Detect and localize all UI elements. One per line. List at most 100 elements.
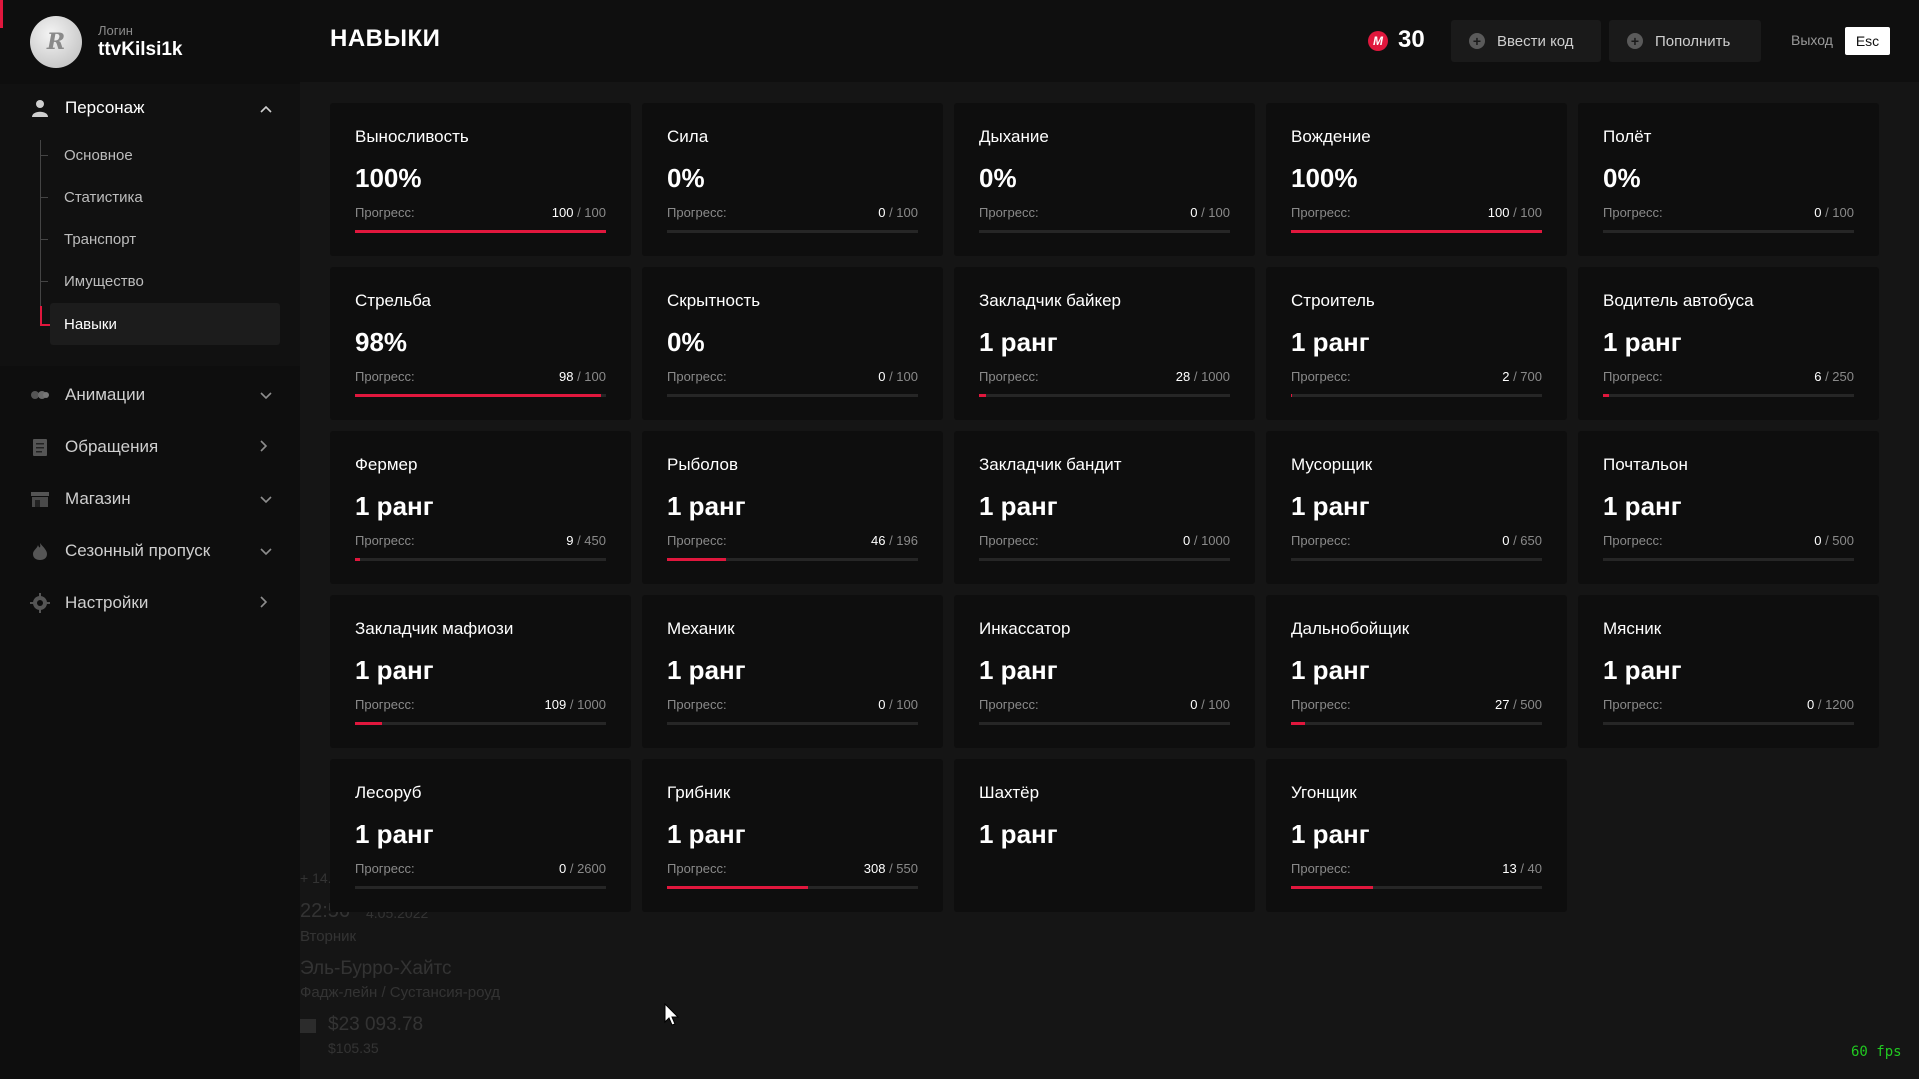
progress-label: Прогресс: — [1603, 369, 1663, 384]
progress-bar — [355, 230, 606, 233]
progress-bar — [979, 230, 1230, 233]
nav-section-season-pass[interactable]: Сезонный пропуск — [0, 528, 300, 574]
nav-section-character[interactable]: Персонаж — [0, 85, 300, 131]
progress-current: 109 — [544, 697, 567, 712]
redeem-code-button[interactable]: + Ввести код — [1451, 20, 1601, 62]
skill-value: 1 ранг — [355, 491, 434, 521]
skill-card: Инкассатор 1 ранг Прогресс: 0 / 100 — [954, 595, 1255, 748]
progress-current: 0 — [558, 861, 567, 876]
skill-value: 100% — [1291, 163, 1358, 193]
skill-card: Закладчик байкер 1 ранг Прогресс: 28 / 1000 — [954, 267, 1255, 420]
skill-value: 0% — [667, 163, 705, 193]
skill-name: Фермер — [355, 455, 418, 474]
store-icon — [30, 489, 50, 509]
progress-current: 0 — [1814, 205, 1822, 220]
chevron-down-icon — [260, 387, 272, 403]
progress-max: / 100 — [889, 205, 918, 220]
progress-count: 0 / 500 — [1814, 533, 1854, 548]
skill-card: Фермер 1 ранг Прогресс: 9 / 450 — [330, 431, 631, 584]
fps-counter: 60 fps — [1851, 1044, 1902, 1060]
skill-value: 1 ранг — [355, 819, 434, 849]
progress-fill — [355, 394, 601, 397]
skill-card: Рыболов 1 ранг Прогресс: 46 / 196 — [642, 431, 943, 584]
skill-card: Закладчик мафиози 1 ранг Прогресс: 109 / 10… — [330, 595, 631, 748]
subitem-statistics[interactable]: Статистика — [40, 177, 280, 217]
progress-label: Прогресс: — [1603, 205, 1663, 220]
progress-current: 0 — [878, 697, 886, 712]
mouse-cursor-icon — [664, 1003, 680, 1026]
progress-label: Прогресс: — [1291, 697, 1351, 712]
subitem-label: Статистика — [64, 188, 143, 206]
skill-card: Полёт 0% Прогресс: 0 / 100 — [1578, 103, 1879, 256]
progress-fill — [1291, 230, 1542, 233]
nav-section-appeals[interactable]: Обращения — [0, 424, 300, 470]
progress-current: 9 — [566, 533, 574, 548]
skill-value: 1 ранг — [1291, 655, 1370, 685]
progress-max: / 450 — [577, 533, 606, 548]
progress-max: / 650 — [1513, 533, 1542, 548]
chevron-right-icon — [260, 595, 268, 611]
progress-label: Прогресс: — [355, 697, 415, 712]
progress-label: Прогресс: — [979, 205, 1039, 220]
skill-name: Закладчик мафиози — [355, 619, 514, 638]
progress-fill — [1603, 394, 1610, 397]
skill-value: 1 ранг — [1291, 327, 1370, 357]
progress-bar — [1603, 558, 1854, 561]
progress-current: 27 — [1494, 697, 1510, 712]
top-up-button[interactable]: + Пополнить — [1609, 20, 1761, 62]
progress-bar — [1603, 394, 1854, 397]
progress-count: 0 / 1000 — [1183, 533, 1230, 548]
skill-value: 1 ранг — [1291, 491, 1370, 521]
progress-count: 0 / 2600 — [559, 861, 606, 876]
progress-bar — [1291, 230, 1542, 233]
progress-current: 13 — [1502, 861, 1517, 876]
progress-current: 0 — [1502, 533, 1510, 548]
subitem-skills[interactable]: Навыки — [50, 303, 280, 345]
exit-esc-button[interactable]: Esc — [1845, 27, 1890, 55]
progress-current: 0 — [1182, 533, 1191, 548]
skill-card: Закладчик бандит 1 ранг Прогресс: 0 / 1000 — [954, 431, 1255, 584]
subitem-basic[interactable]: Основное — [40, 135, 280, 175]
skill-value: 0% — [1603, 163, 1641, 193]
skill-card: Грибник 1 ранг Прогресс: 308 / 550 — [642, 759, 943, 912]
wallet-icon — [300, 1019, 316, 1033]
nav-section-settings[interactable]: Настройки — [0, 580, 300, 626]
progress-max: / 2600 — [569, 861, 606, 876]
progress-bar — [979, 394, 1230, 397]
subitem-label: Основное — [64, 146, 133, 164]
nav-section-animations[interactable]: Анимации — [0, 372, 300, 418]
progress-label: Прогресс: — [667, 697, 727, 712]
progress-max: / 100 — [1825, 205, 1854, 220]
hud-top-text: + 14. — [300, 870, 332, 886]
skill-name: Строитель — [1291, 291, 1375, 310]
progress-label: Прогресс: — [667, 861, 727, 876]
progress-max: / 40 — [1520, 861, 1542, 876]
nav-section-store[interactable]: Магазин — [0, 476, 300, 522]
progress-max: / 1200 — [1817, 697, 1854, 712]
subitem-label: Транспорт — [64, 230, 137, 248]
progress-max: / 550 — [889, 861, 918, 876]
skill-name: Дальнобойщик — [1291, 619, 1410, 638]
skill-value: 100% — [355, 163, 422, 193]
skill-card: Шахтёр 1 ранг — [954, 759, 1255, 912]
progress-bar — [355, 722, 606, 725]
submenu-line — [40, 140, 41, 326]
progress-count: 100 / 100 — [552, 205, 606, 220]
nav-section-label: Магазин — [65, 489, 131, 508]
progress-fill — [355, 230, 606, 233]
progress-fill — [667, 558, 726, 561]
skill-card: Стрельба 98% Прогресс: 98 / 100 — [330, 267, 631, 420]
subitem-property[interactable]: Имущество — [40, 261, 280, 301]
skill-name: Инкассатор — [979, 619, 1071, 638]
page-title: НАВЫКИ — [330, 25, 441, 52]
progress-label: Прогресс: — [1291, 205, 1351, 220]
hud-day: Вторник — [300, 928, 357, 945]
skill-card: Сила 0% Прогресс: 0 / 100 — [642, 103, 943, 256]
progress-count: 9 / 450 — [566, 533, 606, 548]
subitem-transport[interactable]: Транспорт — [40, 219, 280, 259]
progress-current: 28 — [1175, 369, 1191, 384]
progress-count: 0 / 100 — [1814, 205, 1854, 220]
skill-value: 1 ранг — [667, 655, 746, 685]
skill-name: Механик — [667, 619, 735, 638]
skill-name: Закладчик бандит — [979, 455, 1122, 474]
